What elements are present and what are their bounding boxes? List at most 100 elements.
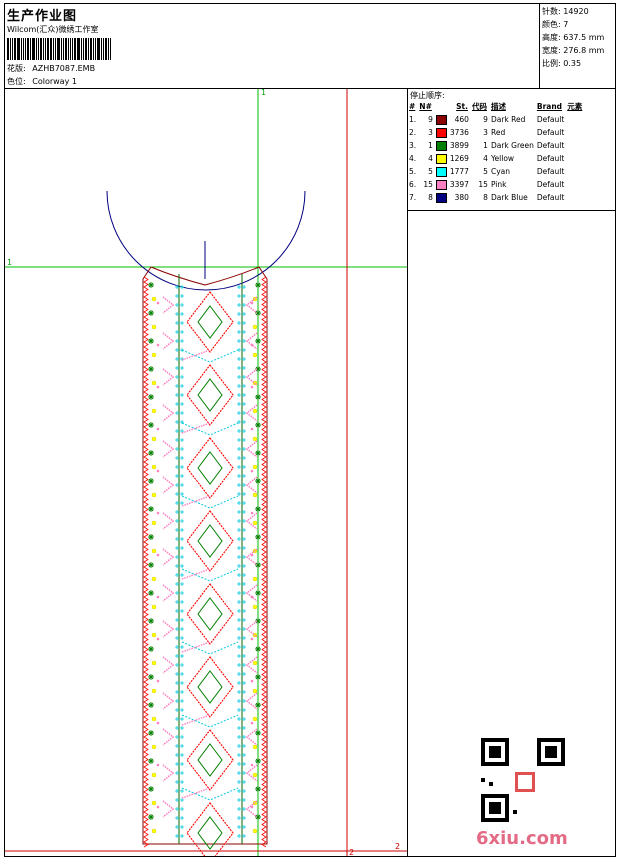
pink-dot [156, 805, 160, 809]
yellow-dot [151, 520, 157, 526]
star-motif [148, 758, 154, 764]
pink-chevron [162, 584, 175, 602]
diamond-outer [186, 364, 234, 426]
pink-chevron [162, 404, 175, 422]
row-description: Dark Blue [490, 193, 528, 202]
diamond-inner [197, 670, 223, 704]
stat-stitches: 针数: 14920 [542, 6, 589, 17]
color-swatch-box [435, 192, 447, 203]
row-code: 3 [483, 128, 488, 137]
diamond-outer [186, 802, 234, 856]
color-swatch [435, 113, 450, 126]
yellow-dot [151, 576, 157, 582]
color-swatch-box [435, 153, 447, 164]
star-motif [255, 786, 261, 792]
row-element [567, 165, 586, 178]
row-code: 1 [483, 141, 488, 150]
diamond-outer [186, 583, 234, 645]
pink-dot [156, 385, 160, 389]
yellow-dot [151, 464, 157, 470]
yellow-dot [151, 632, 157, 638]
col-header: # [409, 102, 416, 111]
star-motif [148, 618, 154, 624]
row-element [567, 126, 586, 139]
col-header: N# [419, 102, 432, 111]
row-index: 3. [409, 141, 417, 150]
diamond-inner [197, 305, 223, 339]
yellow-dot [151, 352, 157, 358]
page-title: 生产作业图 [7, 9, 78, 24]
yellow-dot [252, 576, 258, 582]
row-needle: 4 [428, 154, 433, 163]
row-description: Dark Red [490, 115, 526, 124]
list-divider [407, 210, 616, 211]
table-row: 2. 3 3736 3 Red Default [409, 126, 586, 139]
colorway-label: 色位: [7, 77, 26, 86]
star-motif [255, 674, 261, 680]
color-swatch-box [435, 127, 447, 138]
color-swatch-box [435, 179, 447, 190]
row-element [567, 113, 586, 126]
color-swatch [435, 165, 450, 178]
pink-chevron [162, 800, 175, 818]
qr-module [489, 746, 501, 758]
star-motif [148, 702, 154, 708]
row-stitches: 3736 [449, 128, 469, 137]
star-motif [148, 562, 154, 568]
star-motif [148, 674, 154, 680]
zigzag-border-right [261, 276, 267, 848]
studio-name: Wilcom(汇众)微绣工作室 [7, 25, 99, 34]
yellow-dot [252, 436, 258, 442]
diamond-inner [197, 378, 223, 412]
pink-chevron [162, 368, 175, 386]
star-motif [148, 338, 154, 344]
row-element [567, 152, 586, 165]
stat-value: 14920 [563, 7, 589, 16]
star-motif [148, 422, 154, 428]
pink-chevron [245, 476, 258, 494]
pink-dot [156, 469, 160, 473]
colorway-name: Colorway 1 [32, 77, 77, 86]
color-swatch [435, 152, 450, 165]
diamond-inner [197, 451, 223, 485]
pink-dot [250, 511, 254, 515]
row-brand: Default [536, 167, 565, 176]
col-header: St. [456, 102, 468, 111]
qr-module [489, 782, 493, 786]
star-motif [148, 394, 154, 400]
qr-module [518, 775, 532, 789]
table-row: 4. 4 1269 4 Yellow Default [409, 152, 586, 165]
yellow-dot [151, 716, 157, 722]
star-motif [148, 506, 154, 512]
star-motif [148, 478, 154, 484]
yellow-dot [151, 548, 157, 554]
star-motif [255, 394, 261, 400]
star-motif [148, 450, 154, 456]
row-needle: 3 [428, 128, 433, 137]
color-swatch-box [435, 140, 447, 151]
row-needle: 1 [428, 141, 433, 150]
qr-module [481, 778, 485, 782]
pink-chevron [162, 548, 175, 566]
pink-chevron [162, 764, 175, 782]
row-index: 7. [409, 193, 417, 202]
star-motif [255, 422, 261, 428]
row-brand: Default [536, 128, 565, 137]
star-motif [148, 282, 154, 288]
row-index: 2. [409, 128, 417, 137]
yellow-dot [252, 464, 258, 470]
diamond-outer [186, 291, 234, 353]
stat-value: 0.35 [563, 59, 582, 68]
pink-chevron [162, 332, 175, 350]
row-description: Red [490, 128, 506, 137]
pink-dot [250, 637, 254, 641]
pink-dot [156, 427, 160, 431]
yellow-dot [151, 828, 157, 834]
yellow-dot [252, 492, 258, 498]
stat-label: 针数: [542, 7, 561, 16]
pink-chevron [162, 440, 175, 458]
stat-width: 宽度: 276.8 mm [542, 45, 604, 56]
color-swatch-box [435, 166, 447, 177]
row-description: Yellow [490, 154, 515, 163]
pink-dot [156, 637, 160, 641]
